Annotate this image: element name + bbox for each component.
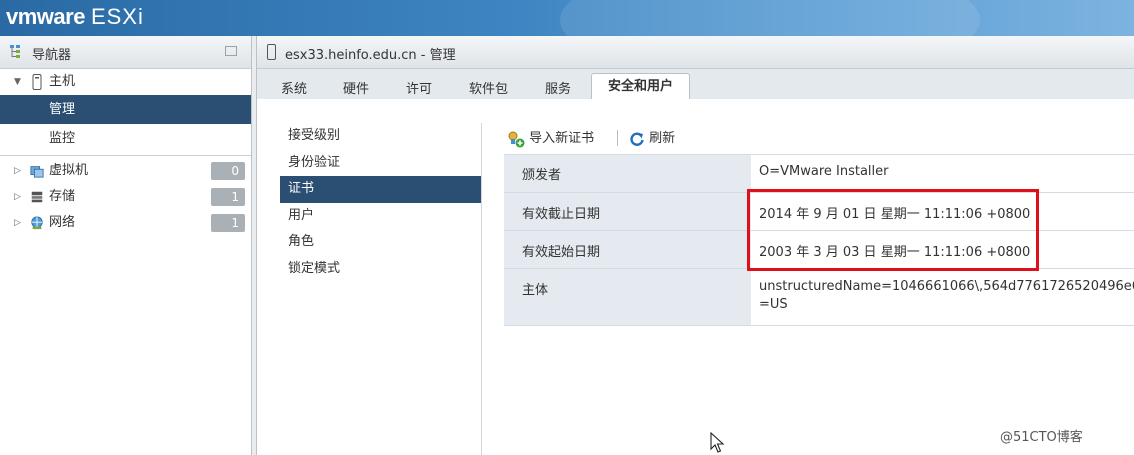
product-name: ESXi (90, 4, 144, 29)
cert-key-valid-from: 有效起始日期 (504, 231, 751, 268)
network-count-badge: 1 (211, 214, 245, 232)
collapse-panel-icon[interactable] (225, 46, 237, 56)
tab-license[interactable]: 许可 (406, 78, 432, 97)
tab-services[interactable]: 服务 (545, 78, 571, 97)
subnav-authentication[interactable]: 身份验证 (280, 150, 481, 177)
subnav-users[interactable]: 用户 (280, 203, 481, 230)
import-cert-button[interactable]: 导入新证书 (507, 127, 594, 148)
import-certificate-icon (508, 131, 525, 147)
tree-host-label: 主机 (49, 74, 76, 89)
expand-right-icon[interactable]: ▷ (14, 158, 21, 184)
tree-item-network-label: 网络 (49, 215, 76, 230)
vendor-name: vmware (6, 4, 85, 29)
navigator-tree: ▼ 主机 管理 监控 ▷ 虚拟机 0 ▷ 存储 1 ▷ 网络 1 (0, 69, 251, 236)
subnav-certificates[interactable]: 证书 (280, 176, 481, 203)
watermark: @51CTO博客 (1000, 430, 1083, 445)
cert-key-valid-to: 有效截止日期 (504, 193, 751, 230)
cert-key-subject: 主体 (504, 269, 751, 325)
cert-value-issuer: O=VMware Installer (759, 164, 889, 179)
tab-system[interactable]: 系统 (281, 78, 307, 97)
tab-packages[interactable]: 软件包 (469, 78, 508, 97)
virtual-machine-icon (30, 166, 44, 178)
main-header: esx33.heinfo.edu.cn - 管理 (257, 36, 1134, 69)
tree-item-manage[interactable]: 管理 (0, 95, 251, 124)
cert-row-subject: 主体 unstructuredName=1046661066\,564d7761… (504, 269, 1134, 326)
cert-key-issuer: 颁发者 (504, 155, 751, 192)
cert-value-subject: unstructuredName=1046661066\,564d7761726… (751, 269, 1134, 314)
refresh-button[interactable]: 刷新 (629, 127, 675, 147)
refresh-label: 刷新 (649, 131, 676, 146)
refresh-icon (630, 132, 644, 146)
security-subnav: 接受级别 身份验证 证书 用户 角色 锁定模式 (280, 123, 482, 455)
content-area: 接受级别 身份验证 证书 用户 角色 锁定模式 导入新证书 刷新 颁发者 O=V… (257, 99, 1134, 455)
subnav-roles[interactable]: 角色 (280, 229, 481, 256)
subnav-lockdown-mode[interactable]: 锁定模式 (280, 256, 481, 283)
tree-divider (0, 155, 251, 156)
cert-value-subject-line1: unstructuredName=1046661066\,564d7761726… (759, 279, 1134, 294)
top-banner: vmware ESXi (0, 0, 1134, 36)
import-cert-label: 导入新证书 (529, 131, 595, 146)
network-icon (31, 216, 43, 230)
navigator-tree-icon (10, 45, 20, 58)
tree-item-vms-label: 虚拟机 (49, 163, 89, 178)
expand-right-icon[interactable]: ▷ (14, 210, 21, 236)
banner-decoration (560, 0, 980, 36)
tree-item-network[interactable]: ▷ 网络 1 (0, 210, 251, 236)
navigator-title: 导航器 (32, 48, 72, 63)
page-title: esx33.heinfo.edu.cn - 管理 (285, 48, 456, 63)
main-panel: esx33.heinfo.edu.cn - 管理 系统 硬件 许可 软件包 服务… (256, 36, 1134, 455)
tree-item-monitor[interactable]: 监控 (0, 124, 251, 153)
cert-value-subject-line2: =US (759, 297, 788, 312)
tree-item-vms[interactable]: ▷ 虚拟机 0 (0, 158, 251, 184)
host-icon (32, 74, 42, 90)
navigator-header: 导航器 (0, 36, 251, 69)
tree-item-storage[interactable]: ▷ 存储 1 (0, 184, 251, 210)
toolbar-divider (617, 130, 618, 146)
cert-row-issuer: 颁发者 O=VMware Installer (504, 155, 1134, 193)
storage-icon (31, 191, 43, 203)
host-icon (267, 44, 276, 60)
tree-item-storage-label: 存储 (49, 189, 76, 204)
expand-down-icon[interactable]: ▼ (14, 69, 21, 95)
tab-security-users[interactable]: 安全和用户 (591, 73, 691, 101)
tab-hardware[interactable]: 硬件 (343, 78, 369, 97)
navigator-panel: 导航器 ▼ 主机 管理 监控 ▷ 虚拟机 0 ▷ 存储 1 ▷ 网络 1 (0, 36, 252, 455)
subnav-acceptance-level[interactable]: 接受级别 (280, 123, 481, 150)
expand-right-icon[interactable]: ▷ (14, 184, 21, 210)
vm-count-badge: 0 (211, 162, 245, 180)
storage-count-badge: 1 (211, 188, 245, 206)
mouse-cursor-icon (710, 432, 725, 453)
tab-bar: 系统 硬件 许可 软件包 服务 安全和用户 (257, 69, 1134, 101)
tree-host[interactable]: ▼ 主机 (0, 69, 251, 95)
highlight-box (747, 189, 1039, 271)
vmware-logo: vmware ESXi (6, 4, 144, 30)
